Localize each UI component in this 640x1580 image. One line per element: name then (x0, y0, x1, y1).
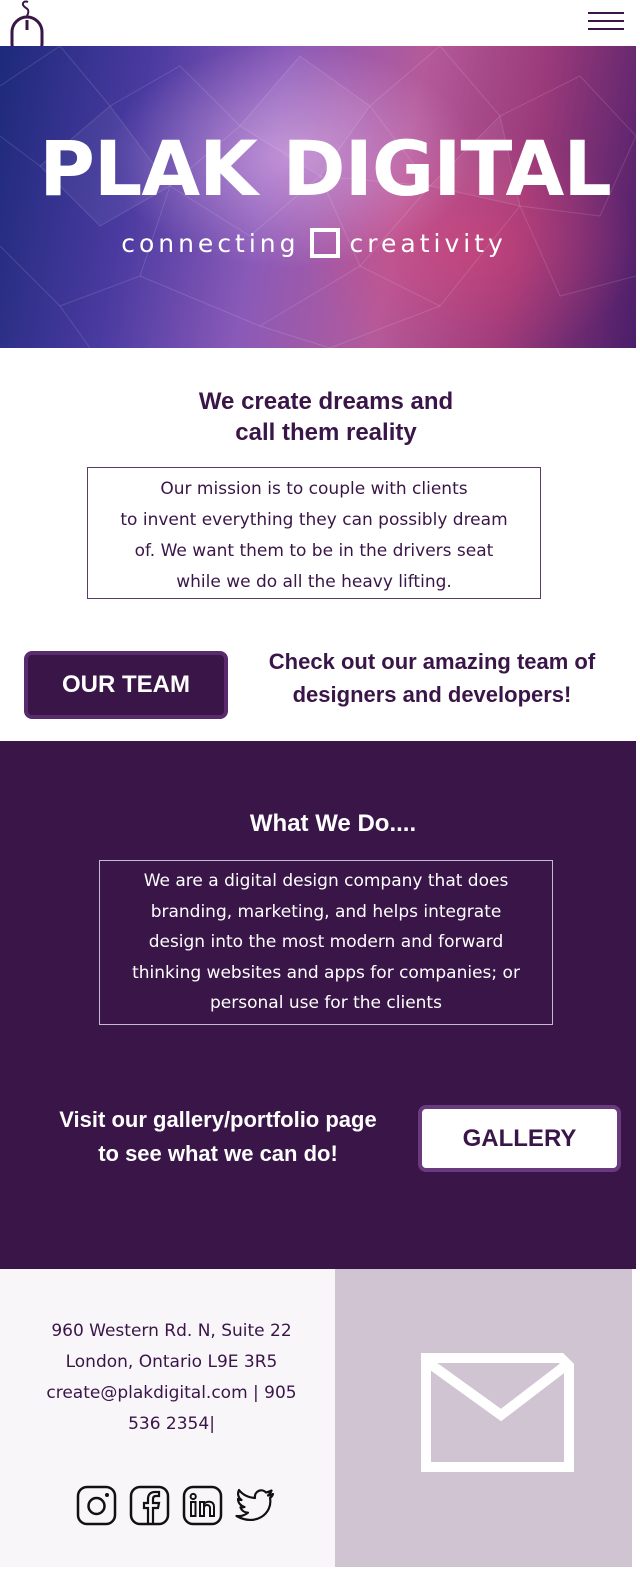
what-we-do-box: We are a digital design company that doe… (99, 860, 553, 1025)
our-team-button[interactable]: OUR TEAM (24, 651, 228, 719)
headline-line: call them reality (235, 419, 417, 446)
mission-line: while we do all the heavy lifting. (176, 572, 452, 592)
hero-banner: PLAK DIGITAL connecting creativity (0, 46, 636, 348)
hamburger-menu-icon[interactable] (588, 10, 624, 32)
twitter-icon[interactable] (235, 1485, 276, 1526)
team-text: Check out our amazing team of designers … (252, 645, 612, 711)
linkedin-icon[interactable] (182, 1485, 223, 1526)
address-line[interactable]: create@plakdigital.com | 905 (0, 1378, 343, 1409)
team-text-line: Check out our amazing team of (268, 649, 596, 674)
hero-tagline: connecting creativity (0, 228, 628, 258)
top-nav (0, 0, 640, 61)
mission-line: Our mission is to couple with clients (160, 479, 468, 499)
wwd-line: branding, marketing, and helps integrate (150, 901, 502, 922)
wwd-line: thinking websites and apps for companies… (132, 962, 520, 983)
gallery-text-line: Visit our gallery/portfolio page (59, 1107, 377, 1132)
tagline-right: creativity (349, 229, 507, 258)
hero-title: PLAK DIGITAL (39, 124, 612, 213)
mission-line: to invent everything they can possibly d… (120, 510, 508, 530)
headline-line: We create dreams and (198, 388, 454, 415)
wwd-line: personal use for the clients (210, 993, 442, 1013)
address-line: 960 Western Rd. N, Suite 22 (51, 1321, 292, 1341)
mail-icon[interactable] (421, 1353, 574, 1472)
address-line: London, Ontario L9E 3R5 (65, 1352, 278, 1372)
wwd-line: design into the most modern and forward (148, 932, 504, 952)
wwd-line: We are a digital design company that doe… (143, 871, 509, 891)
team-text-line: designers and developers! (292, 682, 572, 707)
mission-line: of. We want them to be in the drivers se… (134, 541, 494, 561)
gallery-button[interactable]: GALLERY (418, 1105, 621, 1172)
gallery-text-line: to see what we can do! (98, 1141, 338, 1166)
tagline-left: connecting (121, 229, 300, 258)
gallery-text: Visit our gallery/portfolio page to see … (40, 1103, 396, 1171)
address-line: 536 2354| (128, 1414, 215, 1434)
mission-box: Our mission is to couple with clients to… (87, 467, 541, 599)
intro-headline: We create dreams and call them reality (0, 386, 640, 448)
social-links (76, 1485, 276, 1527)
facebook-icon[interactable] (129, 1485, 170, 1526)
what-we-do-title: What We Do.... (249, 810, 417, 837)
instagram-icon[interactable] (76, 1485, 117, 1526)
square-icon (309, 228, 340, 258)
address-block: 960 Western Rd. N, Suite 22 London, Onta… (0, 1316, 343, 1440)
